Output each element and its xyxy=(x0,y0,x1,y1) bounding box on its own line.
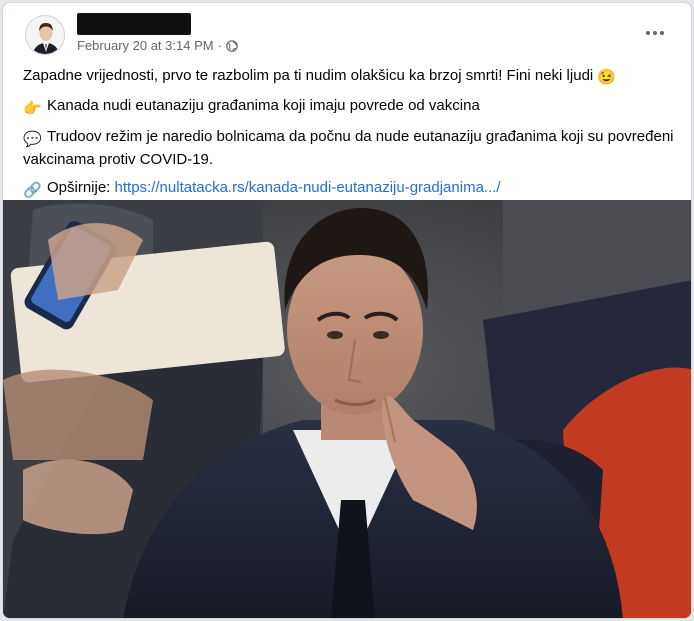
post-timestamp[interactable]: February 20 at 3:14 PM xyxy=(77,38,214,53)
post-meta: February 20 at 3:14 PM · xyxy=(77,38,238,53)
avatar-photo-icon xyxy=(26,16,64,54)
wink-emoji-icon: 😉 xyxy=(597,69,616,86)
post-line-3: 💬 Trudoov režim je naredio bolnicama da p… xyxy=(23,127,678,170)
line-3-text: Trudoov režim je naredio bolnicama da po… xyxy=(23,128,674,168)
line-1-text: Zapadne vrijednosti, prvo te razbolim pa… xyxy=(23,67,594,84)
post-text: Zapadne vrijednosti, prvo te razbolim pa… xyxy=(23,66,678,209)
facebook-post: February 20 at 3:14 PM · Zapadne vrijedn… xyxy=(2,2,692,619)
pointing-hand-icon: 👉 xyxy=(23,100,42,117)
line-2-text: Kanada nudi eutanaziju građanima koji im… xyxy=(47,97,480,114)
post-line-4: 🔗 Opširnije: https://nultatacka.rs/kanada… xyxy=(23,178,678,201)
globe-icon[interactable] xyxy=(226,39,238,52)
author-avatar[interactable] xyxy=(25,15,65,55)
more-options-button[interactable] xyxy=(641,23,669,43)
dot-icon xyxy=(646,31,650,35)
read-more-label: Opširnije: xyxy=(47,179,111,196)
meta-separator: · xyxy=(217,38,222,53)
post-photo[interactable] xyxy=(3,200,691,618)
dot-icon xyxy=(653,31,657,35)
author-name-redacted[interactable] xyxy=(77,13,191,35)
post-line-2: 👉 Kanada nudi eutanaziju građanima koji i… xyxy=(23,96,678,119)
man-in-suit-photo-icon xyxy=(3,200,691,618)
article-link[interactable]: https://nultatacka.rs/kanada-nudi-eutana… xyxy=(115,179,501,196)
post-header: February 20 at 3:14 PM · xyxy=(3,3,691,63)
dot-icon xyxy=(660,31,664,35)
speech-bubble-icon: 💬 xyxy=(23,131,42,148)
link-icon: 🔗 xyxy=(23,182,42,199)
post-line-1: Zapadne vrijednosti, prvo te razbolim pa… xyxy=(23,66,678,88)
